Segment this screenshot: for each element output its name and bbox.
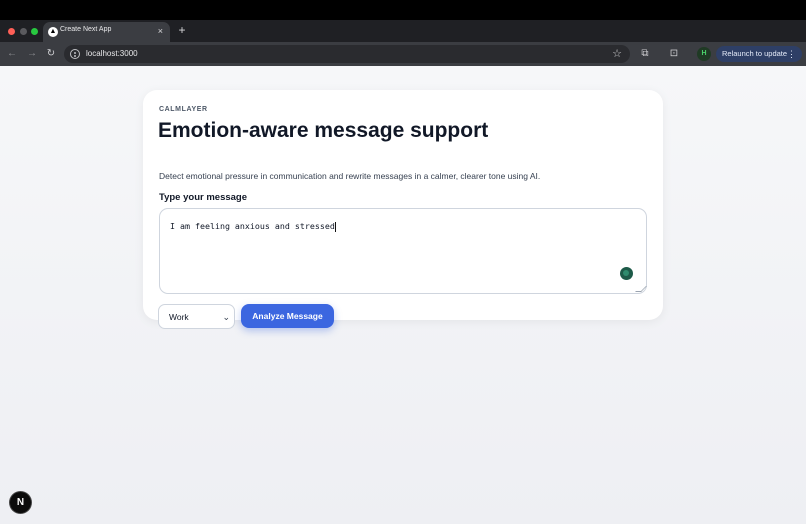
resize-handle-icon[interactable]	[635, 286, 647, 292]
grammar-assistant-icon[interactable]	[620, 267, 633, 280]
minimize-window-button[interactable]	[20, 28, 27, 35]
message-card: CALMLAYER Emotion-aware message support …	[143, 90, 663, 329]
text-caret	[334, 221, 336, 232]
tab-title: Create Next App	[60, 26, 112, 33]
forward-button[interactable]: →	[26, 47, 38, 61]
page-title: Emotion-aware message support	[158, 119, 489, 142]
message-textarea[interactable]: I am feeling anxious and stressed	[159, 208, 647, 294]
profile-avatar[interactable]: H	[697, 47, 711, 61]
url-text[interactable]: localhost:3000	[86, 49, 138, 58]
back-button[interactable]: ←	[6, 47, 18, 61]
analyze-message-button[interactable]: Analyze Message	[241, 304, 334, 328]
message-text[interactable]: I am feeling anxious and stressed	[170, 221, 336, 232]
top-strip	[0, 0, 806, 20]
new-tab-button[interactable]: +	[176, 22, 188, 38]
context-select-value: Work	[169, 312, 189, 322]
brand-eyebrow: CALMLAYER	[159, 106, 208, 113]
context-select[interactable]: Work ⌄	[158, 304, 235, 329]
tab-close-icon[interactable]: ×	[158, 26, 163, 36]
page-subtitle: Detect emotional pressure in communicati…	[159, 171, 541, 181]
browser-tab-bar: ▲ Create Next App × +	[0, 20, 806, 42]
browser-tab[interactable]: ▲ Create Next App ×	[43, 22, 170, 42]
next-logo-icon: ▲	[48, 27, 58, 37]
chevron-down-icon: ⌄	[222, 312, 230, 322]
address-bar[interactable]: localhost:3000 ☆	[64, 45, 630, 63]
relaunch-button[interactable]: Relaunch to update ⋮	[716, 46, 802, 62]
maximize-window-button[interactable]	[31, 28, 38, 35]
extensions-icon[interactable]: ⧉	[638, 47, 652, 61]
message-field-label: Type your message	[159, 192, 248, 203]
close-window-button[interactable]	[8, 28, 15, 35]
relaunch-label: Relaunch to update	[722, 49, 788, 58]
bookmark-star-icon[interactable]: ☆	[612, 47, 622, 61]
next-dev-indicator[interactable]: N	[10, 492, 31, 513]
reload-button[interactable]: ↻	[45, 47, 57, 61]
browser-toolbar: ← → ↻ localhost:3000 ☆ ⧉ ⊡ H Relaunch to…	[0, 42, 806, 66]
site-info-icon[interactable]	[70, 49, 80, 59]
page-viewport: CALMLAYER Emotion-aware message support …	[0, 66, 806, 524]
menu-kebab-icon[interactable]: ⋮	[787, 46, 796, 62]
side-panel-icon[interactable]: ⊡	[667, 47, 681, 61]
